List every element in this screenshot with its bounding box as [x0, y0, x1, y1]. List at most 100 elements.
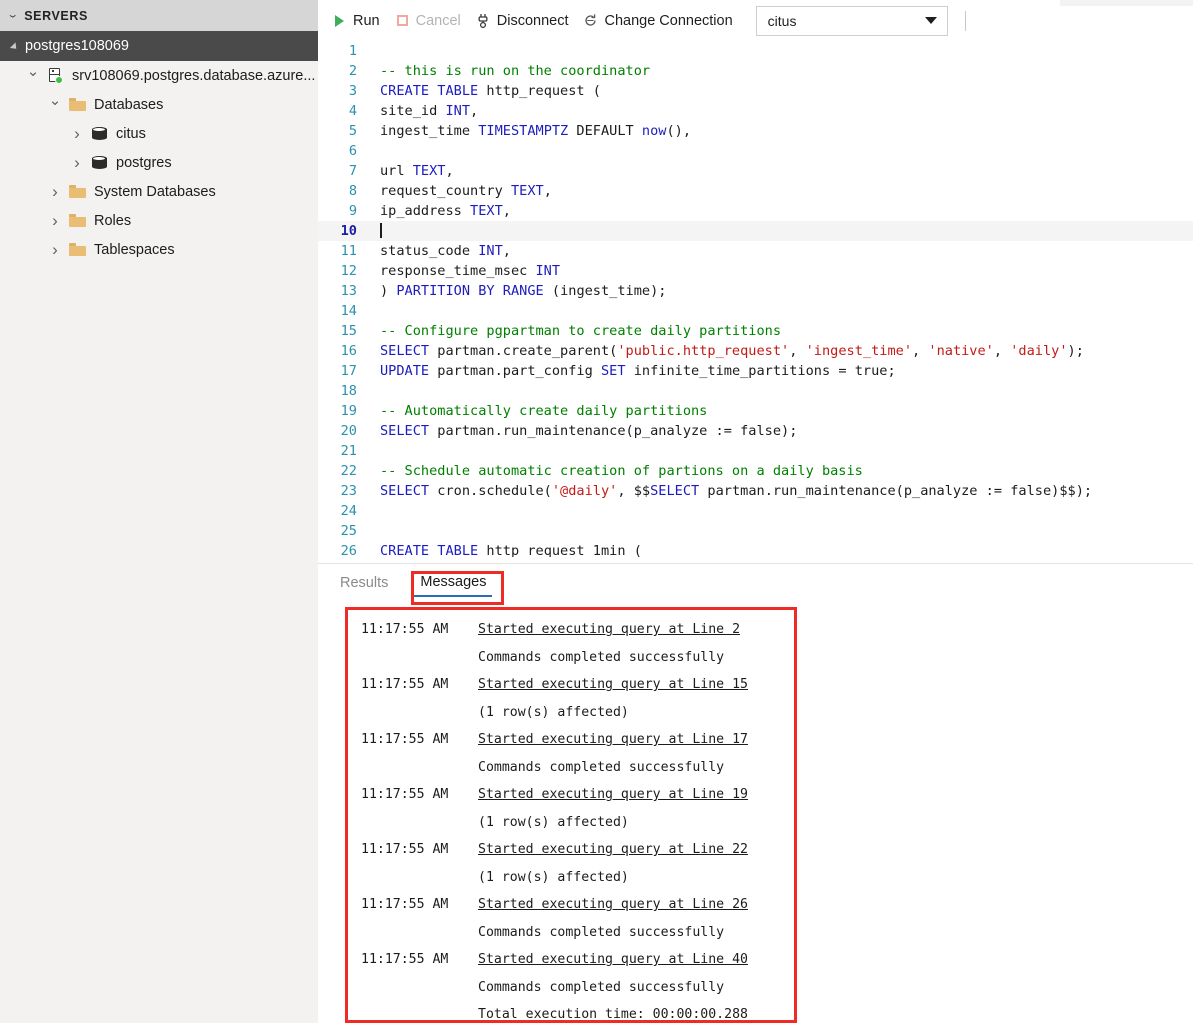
code-line[interactable]: 13) PARTITION BY RANGE (ingest_time); [318, 281, 1193, 301]
message-link[interactable]: Started executing query at Line 22 [478, 836, 748, 864]
sql-code-editor[interactable]: 1 2 -- this is run on the coordinator 3 CREA… [318, 41, 1193, 565]
sidebar-item-postgres[interactable]: › postgres [0, 148, 318, 177]
line-number: 15 [340, 323, 357, 339]
sidebar-item-system-databases[interactable]: › System Databases [0, 177, 318, 206]
message-timestamp [354, 644, 478, 672]
servers-panel-header[interactable]: ⌄ SERVERS [0, 0, 318, 31]
sidebar-item-databases[interactable]: ⌄ Databases [0, 90, 318, 119]
run-button[interactable]: Run [332, 13, 380, 29]
messages-output-box[interactable]: 11:17:55 AM Started executing query at Li… [345, 607, 797, 1023]
code-text: -- Schedule automatic creation of partio… [366, 461, 863, 481]
code-token: 'ingest_time' [805, 343, 913, 359]
sidebar-item-citus[interactable]: › citus [0, 119, 318, 148]
message-text: Total execution time: 00:00:00.288 [478, 1007, 748, 1022]
code-line[interactable]: 20 SELECT partman.run_maintenance(p_analy… [318, 421, 1193, 441]
code-token: ) [380, 283, 397, 299]
chevron-right-icon[interactable]: › [44, 212, 66, 229]
code-line[interactable]: 21 [318, 441, 1193, 461]
triangle-expanded-icon[interactable] [9, 41, 20, 52]
chevron-right-icon[interactable]: › [66, 125, 88, 142]
line-number: 2 [348, 63, 357, 79]
code-line[interactable]: 24 [318, 501, 1193, 521]
code-line[interactable]: 18 [318, 381, 1193, 401]
message-text: (1 row(s) affected) [478, 869, 629, 885]
sidebar-item-roles[interactable]: › Roles [0, 206, 318, 235]
code-line[interactable]: 25 [318, 521, 1193, 541]
chevron-right-icon[interactable]: › [66, 154, 88, 171]
code-line[interactable]: 4 site_id INT, [318, 101, 1193, 121]
sidebar-item-label: Databases [94, 96, 164, 113]
code-line[interactable]: 22 -- Schedule automatic creation of part… [318, 461, 1193, 481]
line-number: 11 [340, 243, 357, 259]
code-token: CREATE TABLE [380, 83, 479, 99]
code-line[interactable]: 2 -- this is run on the coordinator [318, 61, 1193, 81]
chevron-down-icon[interactable]: ⌄ [6, 10, 18, 20]
code-line[interactable]: 3 CREATE TABLE http_request ( [318, 81, 1193, 101]
editor-results-divider[interactable] [318, 563, 1193, 564]
code-token: PARTITION BY RANGE [396, 283, 544, 299]
code-line[interactable]: 15 -- Configure pgpartman to create daily… [318, 321, 1193, 341]
chevron-down-icon[interactable]: ⌄ [22, 64, 44, 79]
code-token: TEXT [510, 183, 544, 199]
code-line[interactable]: 19 -- Automatically create daily partitio… [318, 401, 1193, 421]
code-line[interactable]: 10 [318, 221, 1193, 241]
code-token: TEXT [412, 163, 446, 179]
chevron-down-icon[interactable]: ⌄ [44, 93, 66, 108]
change-connection-button[interactable]: Change Connection [583, 13, 733, 29]
code-line[interactable]: 11 status_code INT, [318, 241, 1193, 261]
chevron-right-icon[interactable]: › [44, 241, 66, 258]
code-token: SELECT [380, 343, 430, 359]
code-line[interactable]: 17 UPDATE partman.part_config SET infinit… [318, 361, 1193, 381]
line-number: 18 [340, 383, 357, 399]
code-line[interactable]: 23 SELECT cron.schedule('@daily', $$SELEC… [318, 481, 1193, 501]
code-line[interactable]: 5 ingest_time TIMESTAMPTZ DEFAULT now(), [318, 121, 1193, 141]
disconnect-button[interactable]: Disconnect [476, 13, 568, 29]
message-link[interactable]: Started executing query at Line 17 [478, 726, 748, 754]
message-timestamp: 11:17:55 AM [361, 732, 449, 747]
message-timestamp [354, 974, 478, 1002]
chevron-down-icon[interactable] [924, 17, 937, 24]
message-timestamp [354, 809, 478, 837]
code-line[interactable]: 7 url TEXT, [318, 161, 1193, 181]
code-token: INT [535, 263, 561, 279]
code-line[interactable]: 1 [318, 41, 1193, 61]
line-number: 10 [340, 223, 357, 239]
chevron-right-icon[interactable]: › [44, 183, 66, 200]
tab-messages[interactable]: Messages [414, 572, 493, 597]
message-text: (1 row(s) affected) [478, 814, 629, 830]
message-link[interactable]: Started executing query at Line 26 [478, 891, 748, 919]
code-line[interactable]: 6 [318, 141, 1193, 161]
sidebar-item-srv108069-postgres-database-azure[interactable]: ⌄ srv108069.postgres.database.azure... [0, 61, 318, 90]
message-link[interactable]: Started executing query at Line 15 [478, 671, 748, 699]
sidebar-item-tablespaces[interactable]: › Tablespaces [0, 235, 318, 264]
code-token: , [502, 243, 511, 259]
code-line[interactable]: 12 response_time_msec INT [318, 261, 1193, 281]
code-token: request_country [380, 183, 511, 199]
line-number: 20 [340, 423, 357, 439]
server-icon [44, 67, 66, 84]
sidebar-item-postgres108069[interactable]: postgres108069 [0, 31, 318, 61]
connection-database-select[interactable]: citus [755, 5, 948, 36]
line-number: 25 [340, 523, 357, 539]
tab-results[interactable]: Results [334, 573, 394, 596]
code-token: ); [1067, 343, 1084, 359]
code-line[interactable]: 9 ip_address TEXT, [318, 201, 1193, 221]
message-text: Commands completed successfully [478, 979, 725, 995]
code-token: INT [445, 103, 471, 119]
line-number: 1 [348, 43, 357, 59]
code-token: , [502, 203, 511, 219]
code-text: SELECT cron.schedule('@daily', $$SELECT … [366, 481, 1092, 501]
message-timestamp [354, 699, 478, 727]
code-line[interactable]: 14 [318, 301, 1193, 321]
message-text: Commands completed successfully [478, 649, 725, 665]
message-link[interactable]: Started executing query at Line 2 [478, 616, 740, 644]
code-line[interactable]: 8 request_country TEXT, [318, 181, 1193, 201]
message-link[interactable]: Started executing query at Line 40 [478, 946, 748, 974]
code-token: partman.create_parent( [429, 343, 618, 359]
message-link[interactable]: Started executing query at Line 19 [478, 781, 748, 809]
code-text: -- Automatically create daily partitions [366, 401, 707, 421]
run-button-label: Run [353, 12, 380, 29]
server-group-label: postgres108069 [25, 38, 129, 54]
code-line[interactable]: 16 SELECT partman.create_parent('public.h… [318, 341, 1193, 361]
